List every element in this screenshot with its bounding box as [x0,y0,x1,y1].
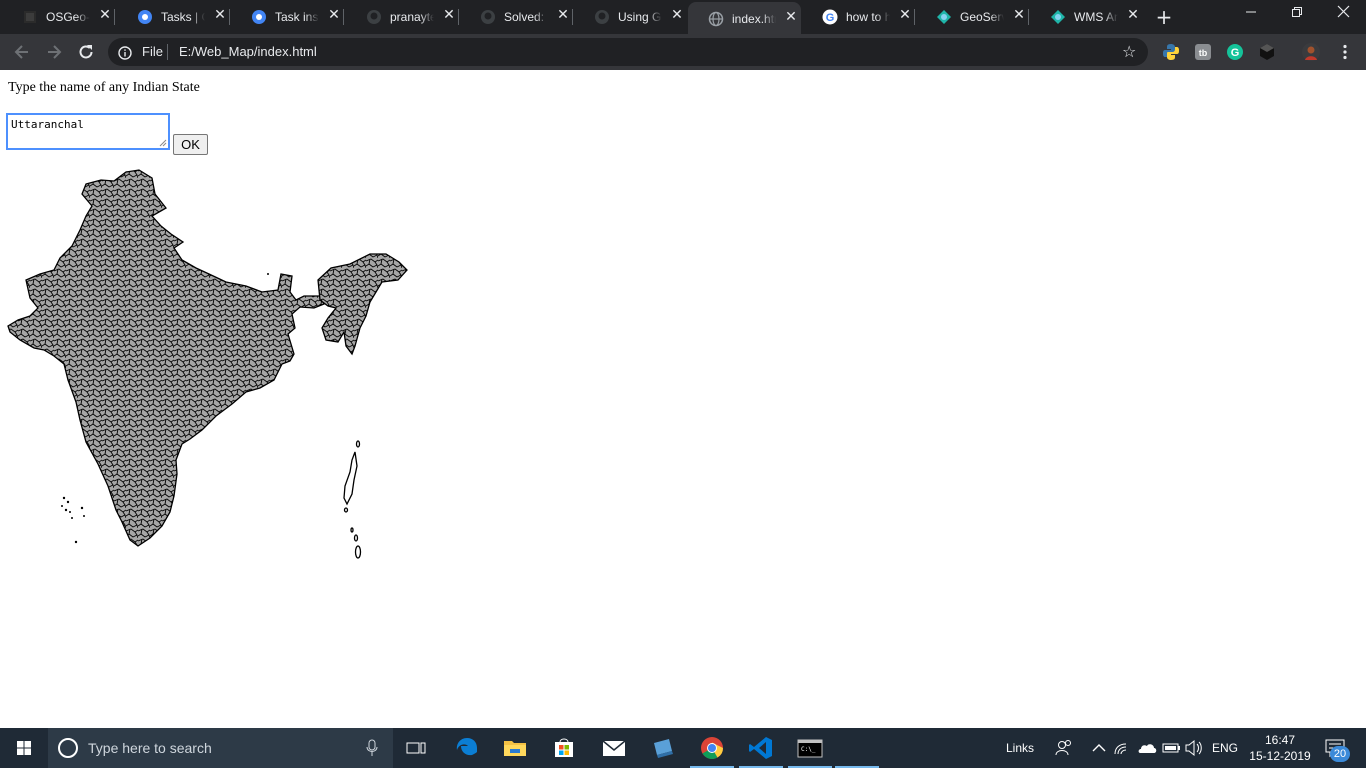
resize-grip-icon[interactable] [158,138,167,147]
svg-text:G: G [1231,47,1240,59]
andaman-islands [343,440,362,559]
geoserver-icon [936,9,952,25]
forward-arrow-icon[interactable] [44,42,66,62]
india-district-map [7,169,408,559]
address-bar[interactable]: File E:/Web_Map/index.html ☆ [108,38,1148,66]
clock-time: 16:47 [1264,733,1296,747]
scheme-label: File [142,44,163,59]
task-view-icon[interactable] [402,734,430,762]
show-hidden-icons-chevron[interactable] [1085,734,1113,762]
state-prompt: Type the name of any Indian State [8,80,200,95]
clock[interactable]: 16:47 15-12-2019 [1240,732,1320,764]
tb-extension-icon[interactable]: tb [1194,43,1212,61]
svg-text:G: G [826,12,835,24]
close-icon[interactable]: ✕ [556,8,570,22]
tab-title: OSGeo-G [46,10,90,24]
links-toolbar[interactable]: Links [1006,741,1034,755]
command-prompt-icon[interactable]: C:\_ [796,734,824,762]
back-arrow-icon[interactable] [12,42,34,62]
info-icon[interactable] [118,45,132,60]
tab-title: pranaytes [390,10,434,24]
volume-icon[interactable] [1180,734,1208,762]
state-name-input[interactable] [6,113,170,150]
tab-solved[interactable]: Solved: H ✕ [460,0,573,34]
close-icon[interactable]: ✕ [784,10,798,24]
vscode-icon[interactable] [747,734,775,762]
search-placeholder: Type here to search [88,740,212,756]
lakshadweep-islands [61,496,85,544]
bookmark-star-icon[interactable]: ☆ [1122,42,1136,61]
reload-icon[interactable] [76,42,98,62]
osgeo-icon [22,9,38,25]
tab-osgeo[interactable]: OSGeo-G ✕ [2,0,115,34]
url-text[interactable]: E:/Web_Map/index.html [179,44,317,59]
geoserver-icon [1050,9,1066,25]
gear-blue-icon [137,9,153,25]
tab-how-to[interactable]: G how to hi ✕ [802,0,915,34]
tab-title: Solved: H [504,10,548,24]
taskbar-search-box[interactable]: Type here to search [48,728,393,768]
python-extension-icon[interactable] [1162,43,1180,61]
tab-tasks[interactable]: Tasks | Go ✕ [117,0,230,34]
tab-strip: OSGeo-G ✕ Tasks | Go ✕ Task insta ✕ pran… [0,0,1366,34]
tab-title: index.htm [732,12,776,26]
windows-taskbar: Type here to search C:\_ Links ENG 16:47… [0,728,1366,768]
close-icon[interactable]: ✕ [1012,8,1026,22]
gear-blue-icon [251,9,267,25]
globe-icon [708,11,724,27]
browser-toolbar: File E:/Web_Map/index.html ☆ tb G [0,34,1366,70]
close-icon[interactable]: ✕ [327,8,341,22]
google-icon: G [822,9,838,25]
menu-kebab-icon[interactable] [1336,43,1354,61]
clock-date: 15-12-2019 [1249,749,1311,763]
close-icon[interactable]: ✕ [442,8,456,22]
tab-title: Tasks | Go [161,10,205,24]
windows-start-icon[interactable] [0,728,48,768]
svg-text:C:\_: C:\_ [801,746,816,753]
tab-pranaytes[interactable]: pranaytes ✕ [346,0,459,34]
tab-title: Task insta [275,10,319,24]
microphone-icon[interactable] [366,739,378,757]
restore-button[interactable] [1274,0,1320,30]
close-icon[interactable]: ✕ [898,8,912,22]
github-icon [480,9,496,25]
github-icon [594,9,610,25]
close-window-button[interactable] [1320,0,1366,30]
close-icon[interactable]: ✕ [213,8,227,22]
tab-title: Using Git [618,10,662,24]
chrome-icon[interactable] [698,734,726,762]
cortana-icon [58,738,78,758]
close-icon[interactable]: ✕ [670,8,684,22]
tab-title: WMS Ani [1074,10,1118,24]
tab-task-instance[interactable]: Task insta ✕ [231,0,344,34]
app-window-icon[interactable] [649,734,677,762]
file-explorer-icon[interactable] [501,734,529,762]
mainland-region [7,169,325,547]
tab-title: GeoServe [960,10,1004,24]
notification-count-badge: 20 [1330,746,1350,762]
svg-text:tb: tb [1199,48,1208,58]
tab-wms[interactable]: WMS Ani ✕ [1030,0,1143,34]
tab-title: how to hi [846,10,890,24]
new-tab-button[interactable]: + [1154,7,1174,27]
profile-avatar[interactable] [1302,43,1320,61]
grammarly-icon[interactable]: G [1226,43,1244,61]
github-icon [366,9,382,25]
tab-using-git[interactable]: Using Git ✕ [574,0,687,34]
minimize-button[interactable] [1228,0,1274,30]
mail-icon[interactable] [600,734,628,762]
ok-button[interactable]: OK [173,134,208,155]
tab-index-active[interactable]: index.htm ✕ [688,2,801,34]
close-icon[interactable]: ✕ [98,8,112,22]
cube-extension-icon[interactable] [1258,43,1276,61]
close-icon[interactable]: ✕ [1126,8,1140,22]
northeast-region [317,253,408,356]
tab-geoserver[interactable]: GeoServe ✕ [916,0,1029,34]
edge-icon[interactable] [453,734,481,762]
language-indicator[interactable]: ENG [1212,741,1238,755]
store-icon[interactable] [550,734,578,762]
people-icon[interactable] [1050,734,1078,762]
